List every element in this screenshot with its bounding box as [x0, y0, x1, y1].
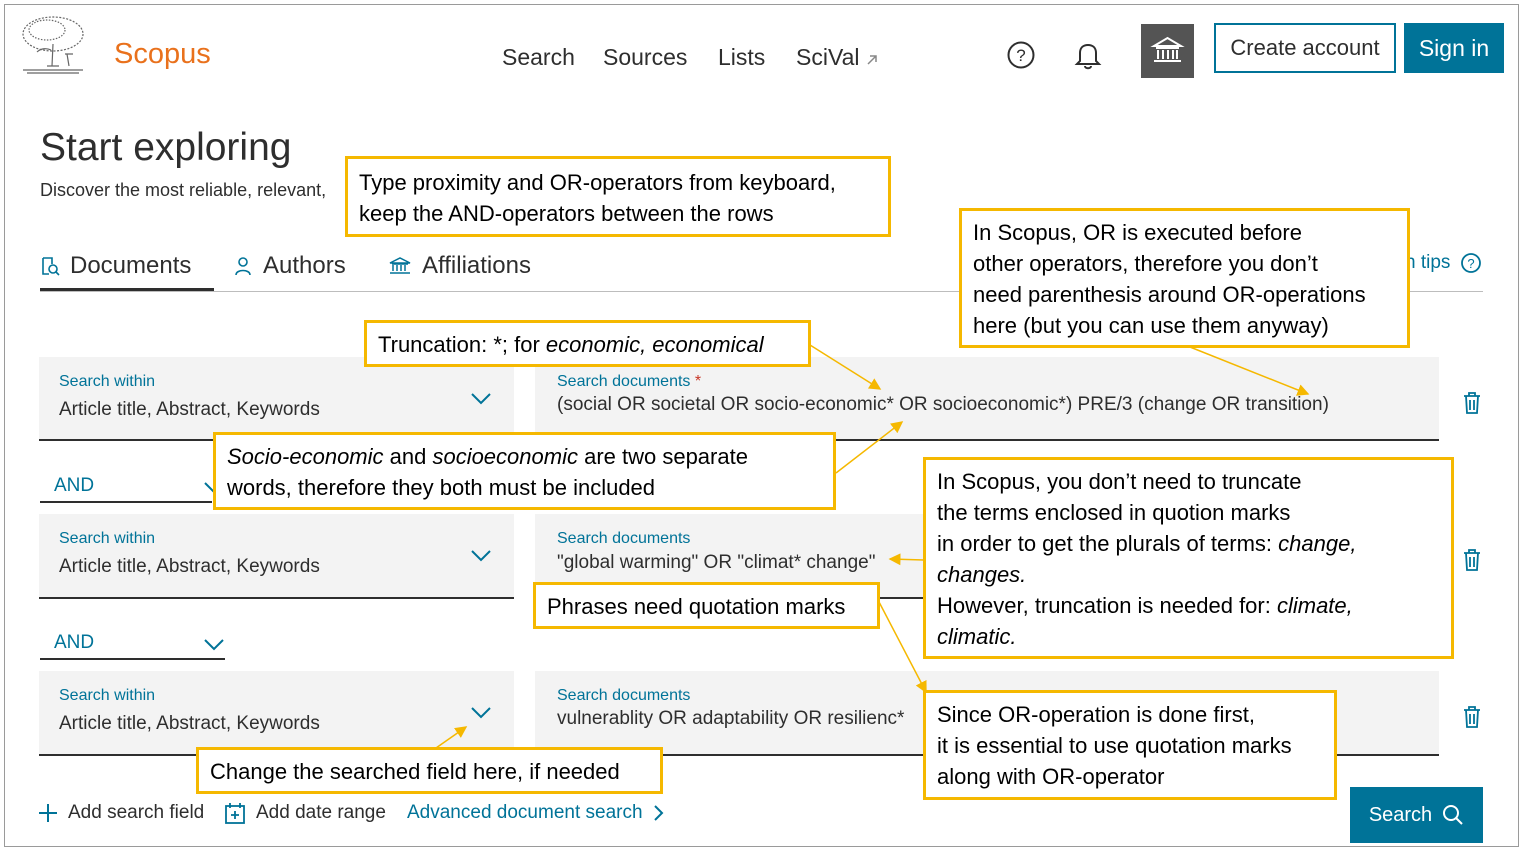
note-truncation: Truncation: *; for economic, economical — [364, 320, 811, 367]
note-phrases: Phrases need quotation marks — [533, 582, 880, 629]
note-separate-words: Socio-economic and socioeconomic are two… — [213, 432, 836, 510]
note-change-field: Change the searched field here, if neede… — [196, 747, 663, 794]
note-plurals-truncation: In Scopus, you don’t need to truncate th… — [923, 457, 1454, 659]
note-keyboard-operators: Type proximity and OR-operators from key… — [345, 156, 891, 237]
note-or-precedence: In Scopus, OR is executed before other op… — [959, 208, 1410, 348]
note-quotation-with-or: Since OR-operation is done first, it is e… — [923, 690, 1337, 800]
